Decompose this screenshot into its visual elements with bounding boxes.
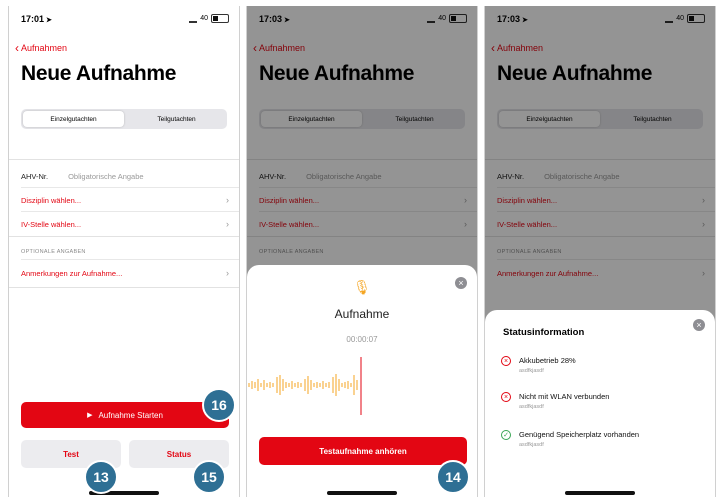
phone-screen-new-recording: 17:01 ➤ 40 ‹ Aufnahmen Neue Aufnahme Einze… [8, 6, 240, 497]
home-indicator [565, 491, 635, 495]
start-recording-label: Aufnahme Starten [98, 410, 163, 420]
anmerkungen-select[interactable]: Anmerkungen zur Aufnahme... › [21, 262, 229, 284]
iv-stelle-label: IV-Stelle wählen... [21, 219, 82, 229]
segmented-control: Einzelgutachten Teilgutachten [21, 109, 227, 129]
divider [9, 236, 239, 237]
close-icon[interactable]: × [693, 319, 705, 331]
check-icon: ✓ [501, 430, 511, 440]
start-recording-button[interactable]: ▶ Aufnahme Starten [21, 402, 229, 428]
divider [9, 287, 239, 288]
annotation-badge-14: 14 [436, 460, 470, 494]
segment-einzelgutachten[interactable]: Einzelgutachten [23, 111, 124, 127]
play-icon: ▶ [87, 412, 93, 419]
listen-test-recording-button[interactable]: Testaufnahme anhören [259, 437, 467, 465]
ahv-input[interactable]: Obligatorische Angabe [68, 172, 143, 181]
chevron-right-icon: › [226, 195, 229, 205]
recording-title: Aufnahme [334, 307, 390, 321]
status-sheet: Statusinformation × × Akkubetrieb 28% as… [485, 310, 715, 497]
divider [21, 211, 239, 212]
status-item-subtext: asdfkjasdf [519, 442, 544, 448]
divider [21, 259, 239, 260]
error-icon: × [501, 356, 511, 366]
optional-section-header: OPTIONALE ANGABEN [21, 249, 86, 255]
waveform [248, 357, 362, 415]
annotation-badge-16: 16 [202, 388, 236, 422]
phone-screen-test-recording: 17:03 ➤ 40 ‹ Aufnahmen Neue Aufnahme Einze… [246, 6, 478, 497]
signal-icon [189, 15, 198, 23]
divider [21, 187, 239, 188]
microphone-icon: 🎙 [353, 279, 371, 295]
annotation-badge-13: 13 [84, 460, 118, 494]
status-sheet-title: Statusinformation [503, 327, 585, 338]
status-item-text: Genügend Speicherplatz vorhanden [519, 430, 640, 439]
status-item-text: Akkubetrieb 28% [519, 356, 576, 365]
page-title: Neue Aufnahme [21, 62, 177, 85]
recording-timer: 00:00:07 [346, 335, 378, 344]
chevron-left-icon: ‹ [15, 40, 19, 55]
status-right: 40 [189, 14, 229, 23]
chevron-right-icon: › [226, 268, 229, 278]
chevron-right-icon: › [226, 219, 229, 229]
home-indicator [327, 491, 397, 495]
disziplin-label: Disziplin wählen... [21, 195, 82, 205]
close-icon[interactable]: × [455, 277, 467, 289]
status-time: 17:01 ➤ [21, 14, 52, 24]
status-item-subtext: asdfkjasdf [519, 404, 544, 410]
annotation-badge-15: 15 [192, 460, 226, 494]
ahv-field[interactable]: AHV-Nr. Obligatorische Angabe [21, 165, 229, 187]
status-bar: 17:01 ➤ 40 [9, 6, 239, 28]
phone-screen-status: 17:03 ➤ 40 ‹ Aufnahmen Neue Aufnahme Einze… [484, 6, 716, 497]
disziplin-select[interactable]: Disziplin wählen... › [21, 189, 229, 211]
segment-teilgutachten[interactable]: Teilgutachten [126, 109, 227, 129]
status-item-text: Nicht mit WLAN verbunden [519, 392, 610, 401]
battery-icon [211, 14, 229, 23]
anmerkungen-label: Anmerkungen zur Aufnahme... [21, 268, 123, 278]
status-item-subtext: asdfkjasdf [519, 368, 544, 374]
ahv-label: AHV-Nr. [21, 171, 49, 181]
back-button[interactable]: ‹ Aufnahmen [15, 40, 67, 55]
divider [9, 159, 239, 160]
iv-stelle-select[interactable]: IV-Stelle wählen... › [21, 213, 229, 235]
error-icon: × [501, 392, 511, 402]
